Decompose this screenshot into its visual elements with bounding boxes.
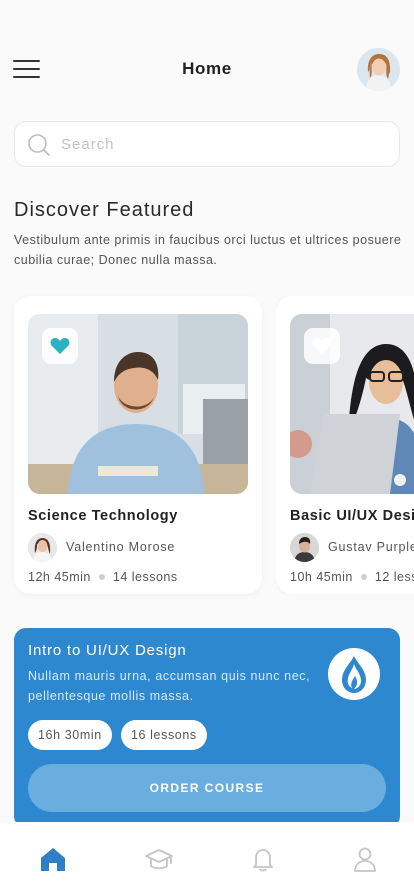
profile-avatar[interactable] [357, 48, 400, 91]
home-icon[interactable] [38, 844, 68, 874]
course-duration: 12h 45min [28, 570, 91, 584]
course-thumbnail [290, 314, 414, 494]
author-name: Gustav Purpleson [328, 540, 414, 554]
promo-title: Intro to UI/UX Design [28, 642, 187, 659]
author-avatar [290, 533, 319, 562]
course-lessons: 14 lessons [112, 570, 178, 584]
course-thumbnail [28, 314, 248, 494]
favorite-button[interactable] [304, 328, 340, 364]
duration-chip: 16h 30min [28, 720, 112, 750]
promo-banner[interactable]: Intro to UI/UX Design Nullam mauris urna… [14, 628, 400, 828]
order-course-button[interactable]: ORDER COURSE [28, 764, 386, 812]
course-card[interactable]: Science Technology Valentino Morose 12h … [14, 296, 262, 594]
graduation-cap-icon[interactable] [144, 844, 174, 874]
favorite-button[interactable] [42, 328, 78, 364]
section-description: Vestibulum ante primis in faucibus orci … [14, 233, 402, 267]
heart-icon [312, 338, 332, 354]
separator-dot [98, 574, 105, 581]
search-icon [28, 134, 50, 156]
course-title: Basic UI/UX Design [290, 508, 414, 524]
section-title: Discover Featured [14, 199, 195, 221]
top-bar: Home [0, 44, 414, 96]
user-icon[interactable] [350, 844, 380, 874]
author-name: Valentino Morose [66, 540, 176, 554]
bell-icon[interactable] [248, 844, 278, 874]
card-viewport: Basic UI/UX Design Gustav Purpleson 10h … [276, 296, 414, 594]
course-title: Science Technology [28, 508, 178, 524]
author-avatar [28, 533, 57, 562]
course-meta: 10h 45min 12 lessons [290, 570, 414, 584]
search-bar[interactable] [14, 121, 400, 167]
heart-icon [50, 338, 70, 354]
course-meta: 12h 45min 14 lessons [28, 570, 178, 584]
search-input[interactable] [61, 122, 381, 166]
separator-dot [360, 574, 367, 581]
lessons-chip: 16 lessons [121, 720, 207, 750]
drop-logo-icon [328, 648, 380, 700]
page-title: Home [182, 59, 232, 78]
course-duration: 10h 45min [290, 570, 353, 584]
course-card[interactable]: Basic UI/UX Design Gustav Purpleson 10h … [276, 296, 414, 594]
course-lessons: 12 lessons [374, 570, 414, 584]
promo-description: Nullam mauris urna, accumsan quis nunc n… [28, 669, 311, 703]
bottom-tab-bar [0, 822, 414, 896]
